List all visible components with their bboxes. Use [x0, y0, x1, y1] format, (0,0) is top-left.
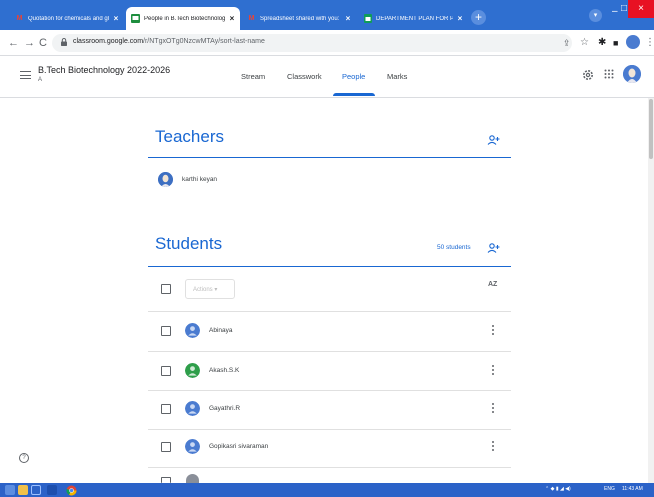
student-checkbox[interactable]: [161, 404, 171, 414]
taskbar-app-icon[interactable]: [47, 485, 57, 495]
file-explorer-icon[interactable]: [18, 485, 28, 495]
active-tab-indicator: [333, 93, 375, 96]
start-icon[interactable]: [5, 485, 15, 495]
actions-label: Actions: [193, 287, 213, 293]
share-icon[interactable]: ⇪: [563, 36, 571, 50]
forward-icon[interactable]: →: [24, 36, 35, 50]
taskbar-app-icon[interactable]: [31, 485, 41, 495]
student-checkbox[interactable]: [161, 326, 171, 336]
close-tab-icon[interactable]: ×: [456, 14, 464, 23]
student-avatar-partial: [186, 474, 199, 483]
chevron-down-icon: ▾: [214, 287, 218, 293]
class-name[interactable]: B.Tech Biotechnology 2022-2026: [38, 65, 170, 75]
os-taskbar: ⌃ ◆ ▮ ◢ ◀) ENG 11:43 AM: [0, 483, 654, 497]
google-apps-icon[interactable]: [604, 69, 614, 79]
account-avatar[interactable]: [623, 65, 641, 83]
invite-teacher-icon[interactable]: [487, 135, 500, 145]
browser-toolbar: ← → C classroom.google.com/r/NTgxOTg0Nzc…: [0, 30, 654, 56]
student-count: 50 students: [437, 244, 471, 251]
tab-marks[interactable]: Marks: [387, 72, 407, 81]
maximize-button[interactable]: □: [621, 3, 627, 14]
student-checkbox[interactable]: [161, 366, 171, 376]
tab-stream[interactable]: Stream: [241, 72, 265, 81]
invite-student-icon[interactable]: [487, 243, 500, 253]
tab-classwork[interactable]: Classwork: [287, 72, 322, 81]
tab-people[interactable]: People: [342, 72, 365, 81]
gmail-icon: M: [16, 15, 23, 22]
teachers-divider: [148, 157, 511, 158]
minimize-button[interactable]: –: [612, 6, 618, 17]
teachers-heading: Teachers: [155, 127, 224, 146]
url-path: /r/NTgxOTg0NzcwMTAy/sort-last-name: [143, 38, 265, 45]
sidepanel-icon[interactable]: ■: [613, 36, 618, 50]
lock-icon: [61, 38, 67, 46]
select-all-checkbox[interactable]: [161, 284, 171, 294]
more-options-icon[interactable]: [492, 325, 495, 337]
extensions-icon[interactable]: ✱: [598, 36, 606, 50]
sort-az-icon[interactable]: AZ: [488, 281, 497, 288]
row-divider: [148, 429, 511, 430]
more-options-icon[interactable]: [492, 441, 495, 453]
row-divider: [148, 390, 511, 391]
bookmark-star-icon[interactable]: ☆: [580, 36, 589, 50]
browser-tab-strip: M Quotation for chemicals and glass × Pe…: [0, 0, 654, 30]
browser-tab-title: DEPARTMENT PLAN FOR PRESE: [376, 15, 453, 22]
student-name: Akash.S.K: [209, 367, 240, 374]
row-divider: [148, 467, 511, 468]
chrome-taskbar-icon[interactable]: [66, 485, 77, 496]
teacher-name: karthi keyan: [182, 176, 218, 183]
browser-tab-title: Spreadsheet shared with you: "D: [260, 15, 341, 22]
students-heading: Students: [155, 234, 223, 253]
url-host: classroom.google.com: [73, 38, 144, 45]
student-name: Gayathri.R: [209, 405, 241, 412]
default-avatar-icon: [185, 323, 200, 338]
user-photo-icon: [623, 65, 641, 83]
student-name: Abinaya: [209, 327, 233, 334]
browser-tab-title: Quotation for chemicals and glass: [28, 15, 109, 22]
reload-icon[interactable]: C: [39, 36, 47, 50]
browser-tab-1[interactable]: M Quotation for chemicals and glass ×: [10, 7, 124, 30]
address-bar[interactable]: classroom.google.com/r/NTgxOTg0NzcwMTAy/…: [52, 34, 572, 52]
browser-tab-3[interactable]: M Spreadsheet shared with you: "D ×: [242, 7, 356, 30]
back-icon[interactable]: ←: [8, 36, 19, 50]
settings-gear-icon[interactable]: [582, 69, 594, 81]
new-tab-button[interactable]: +: [471, 10, 486, 25]
help-icon[interactable]: ?: [19, 453, 29, 463]
close-tab-icon[interactable]: ×: [228, 14, 236, 23]
url-text: classroom.google.com/r/NTgxOTg0NzcwMTAy/…: [73, 38, 265, 45]
tray-icons[interactable]: ⌃ ◆ ▮ ◢ ◀): [545, 486, 571, 492]
sheets-icon: [363, 14, 372, 23]
student-name: Gopikasri sivaraman: [209, 443, 269, 450]
classroom-header: B.Tech Biotechnology 2022-2026 A Stream …: [0, 56, 654, 98]
tray-language[interactable]: ENG: [604, 486, 615, 492]
row-divider: [148, 311, 511, 312]
browser-tab-title: People in B.Tech Biotechnology 2: [144, 15, 225, 22]
tab-search-icon[interactable]: ▾: [589, 9, 602, 22]
user-photo-icon: [158, 172, 173, 187]
row-divider: [148, 351, 511, 352]
default-avatar-icon: [185, 363, 200, 378]
screen: M Quotation for chemicals and glass × Pe…: [0, 0, 654, 497]
tray-clock[interactable]: 11:43 AM: [622, 486, 643, 492]
main-menu-icon[interactable]: [20, 71, 31, 79]
more-options-icon[interactable]: [492, 365, 495, 377]
browser-tab-4[interactable]: DEPARTMENT PLAN FOR PRESE ×: [358, 7, 468, 30]
close-tab-icon[interactable]: ×: [344, 14, 352, 23]
students-divider: [148, 266, 511, 267]
classroom-icon: [131, 14, 140, 23]
close-tab-icon[interactable]: ×: [112, 14, 120, 23]
scrollbar-thumb[interactable]: [649, 99, 653, 159]
default-avatar-icon: [185, 439, 200, 454]
teacher-avatar: [158, 172, 173, 187]
browser-tab-2[interactable]: People in B.Tech Biotechnology 2 ×: [126, 7, 240, 30]
more-options-icon[interactable]: [492, 403, 495, 415]
student-checkbox[interactable]: [161, 442, 171, 452]
browser-menu-icon[interactable]: ⋮: [645, 36, 654, 50]
browser-profile-avatar[interactable]: [626, 35, 640, 49]
close-window-button[interactable]: ×: [628, 0, 654, 18]
gmail-icon: M: [248, 15, 255, 22]
actions-dropdown[interactable]: Actions ▾: [185, 279, 235, 299]
default-avatar-icon: [185, 401, 200, 416]
class-section: A: [38, 77, 43, 83]
